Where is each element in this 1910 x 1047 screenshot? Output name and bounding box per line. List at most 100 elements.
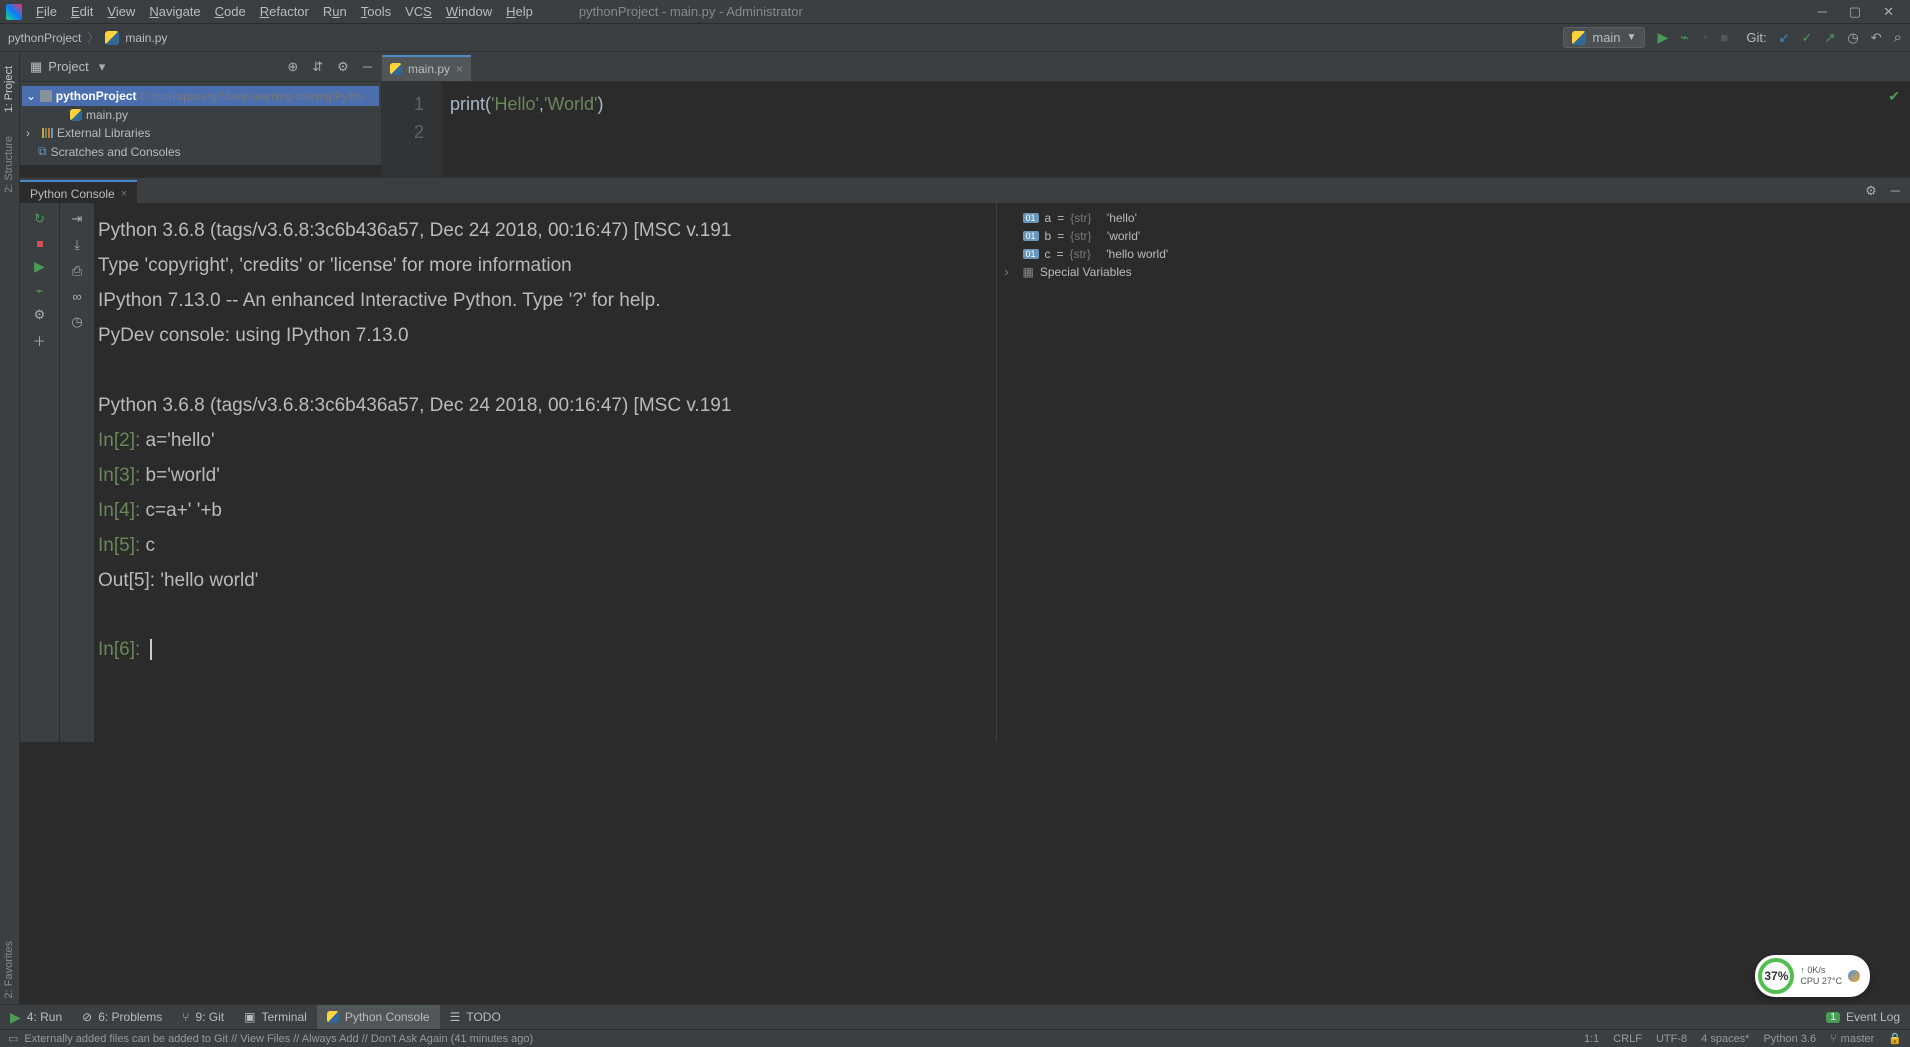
rollback-icon[interactable]: ↶ [1871, 30, 1882, 46]
menu-view[interactable]: View [101, 2, 141, 21]
menu-window[interactable]: Window [440, 2, 498, 21]
minimize-icon[interactable]: ─ [1818, 4, 1827, 20]
bottom-git[interactable]: ⑂9: Git [172, 1005, 234, 1029]
code-text[interactable]: print('Hello','World') [442, 82, 1910, 177]
settings-icon[interactable]: ⚙ [34, 307, 46, 323]
branch-icon: ⑂ [182, 1010, 189, 1024]
history-icon[interactable]: ◷ [1847, 30, 1858, 46]
search-icon[interactable]: ⌕ [1894, 29, 1902, 46]
status-message[interactable]: Externally added files can be added to G… [24, 1033, 533, 1045]
analysis-ok-icon[interactable]: ✔ [1888, 88, 1900, 105]
console-tab[interactable]: Python Console × [20, 180, 137, 203]
locate-icon[interactable]: ⊕ [287, 59, 298, 75]
window-title: pythonProject - main.py - Administrator [579, 4, 803, 19]
maximize-icon[interactable]: ▢ [1849, 4, 1861, 20]
bottom-console[interactable]: Python Console [317, 1005, 440, 1029]
gear-icon[interactable]: ⚙ [337, 59, 349, 75]
gutter: 1 2 [382, 82, 442, 177]
stop-button[interactable]: ■ [1721, 30, 1729, 45]
debug-button[interactable]: ⌁ [1680, 29, 1688, 46]
collapse-icon[interactable]: ⇵ [312, 59, 323, 75]
indent[interactable]: 4 spaces* [1701, 1033, 1749, 1045]
folder-icon [40, 90, 52, 102]
debug-icon[interactable]: ⌁ [36, 283, 44, 299]
status-icon[interactable]: ▭ [8, 1032, 18, 1045]
git-commit-icon[interactable]: ✓ [1802, 30, 1813, 46]
scratch-icon: ⧉ [38, 144, 47, 159]
chevron-down-icon[interactable]: ▾ [99, 59, 106, 75]
print-icon[interactable]: ⎙ [72, 263, 82, 279]
menu-run[interactable]: Run [317, 2, 353, 21]
event-log[interactable]: 1Event Log [1816, 1010, 1910, 1024]
hide-icon[interactable]: ─ [1891, 183, 1900, 199]
terminal-icon: ▣ [244, 1010, 255, 1024]
tree-external-libs[interactable]: › External Libraries [22, 124, 379, 142]
var-row[interactable]: 01a = {str} 'hello' [1005, 209, 1903, 227]
editor-tab-main[interactable]: main.py × [382, 55, 471, 81]
console-output[interactable]: Python 3.6.8 (tags/v3.6.8:3c6b436a57, De… [94, 203, 996, 742]
nav-toolbar: pythonProject 〉 main.py main ▼ ▶ ⌁ ◔ ■ G… [0, 24, 1910, 52]
close-icon[interactable]: × [121, 188, 127, 200]
project-pane-header: ▦ Project ▾ ⊕ ⇵ ⚙ ─ [20, 52, 382, 82]
git-branch[interactable]: ⑂master [1830, 1033, 1874, 1045]
bottom-todo[interactable]: ☰TODO [440, 1005, 511, 1029]
list-icon: ☰ [450, 1010, 461, 1024]
toolwindow-project[interactable]: 1: Project [3, 60, 17, 118]
softwrap-icon[interactable]: ⇥ [72, 211, 83, 227]
menu-navigate[interactable]: Navigate [143, 2, 206, 21]
python-console-panel: Python Console × ⚙ ─ ↻ ▶ ⌁ ⚙ ＋ [20, 177, 1910, 742]
run-button[interactable]: ▶ [1657, 29, 1668, 46]
hide-icon[interactable]: ─ [363, 59, 372, 75]
var-special[interactable]: ›▦Special Variables [1005, 263, 1903, 281]
scroll-icon[interactable]: ⤓ [74, 237, 80, 253]
menu-tools[interactable]: Tools [355, 2, 397, 21]
toolwindow-favorites[interactable]: 2: Favorites [3, 935, 17, 1004]
close-icon[interactable]: ✕ [1883, 4, 1894, 20]
project-pane-label[interactable]: Project [48, 59, 88, 74]
var-row[interactable]: 01b = {str} 'world' [1005, 227, 1903, 245]
chevron-right-icon: 〉 [87, 29, 99, 46]
line-sep[interactable]: CRLF [1613, 1033, 1642, 1045]
menu-help[interactable]: Help [500, 2, 539, 21]
menu-refactor[interactable]: Refactor [254, 2, 315, 21]
encoding[interactable]: UTF-8 [1656, 1033, 1687, 1045]
tree-scratches[interactable]: ⧉ Scratches and Consoles [22, 142, 379, 161]
menu-vcs[interactable]: VCS [399, 2, 438, 21]
lock-icon[interactable]: 🔒 [1888, 1032, 1902, 1045]
var-row[interactable]: 01c = {str} 'hello world' [1005, 245, 1903, 263]
project-tree: ⌄ pythonProject D:\workspace\git\deep-le… [20, 82, 382, 165]
stop-icon[interactable] [37, 235, 43, 250]
bottom-terminal[interactable]: ▣Terminal [234, 1005, 317, 1029]
menu-edit[interactable]: Edit [65, 2, 99, 21]
bottom-run[interactable]: ▶4: Run [0, 1005, 72, 1029]
git-update-icon[interactable]: ↙ [1779, 30, 1790, 46]
app-icon [6, 4, 22, 20]
tree-file-main[interactable]: main.py [22, 106, 379, 124]
gear-icon[interactable]: ⚙ [1865, 183, 1877, 199]
chevron-right-icon: › [26, 126, 38, 140]
tree-project-root[interactable]: ⌄ pythonProject D:\workspace\git\deep-le… [22, 86, 379, 106]
bc-project[interactable]: pythonProject [8, 31, 81, 45]
git-push-icon[interactable]: ↗ [1824, 30, 1835, 46]
line-number: 2 [382, 118, 424, 146]
toolwindow-structure[interactable]: 2: Structure [3, 130, 17, 199]
coverage-button[interactable]: ◔ [1701, 30, 1709, 45]
inf-icon[interactable]: ∞ [72, 289, 81, 304]
python-icon [327, 1011, 339, 1023]
code-area[interactable]: 1 2 print('Hello','World') ✔ [382, 82, 1910, 177]
perf-widget[interactable]: 37% ↑ 0K/s CPU 27°C [1755, 955, 1870, 997]
tab-label: main.py [408, 62, 450, 76]
menu-file[interactable]: FFileile [30, 2, 63, 21]
history-icon[interactable]: ◷ [71, 314, 82, 330]
bc-file[interactable]: main.py [125, 31, 167, 45]
close-tab-icon[interactable]: × [456, 62, 463, 76]
add-icon[interactable]: ＋ [33, 331, 46, 350]
bottom-problems[interactable]: ⊘6: Problems [72, 1005, 172, 1029]
interpreter[interactable]: Python 3.6 [1763, 1033, 1816, 1045]
caret-pos[interactable]: 1:1 [1584, 1033, 1599, 1045]
menu-code[interactable]: Code [209, 2, 252, 21]
run-config-dropdown[interactable]: main ▼ [1563, 27, 1645, 48]
rerun-icon[interactable]: ↻ [34, 211, 45, 227]
python-icon [1572, 31, 1586, 45]
run-icon[interactable]: ▶ [34, 258, 45, 275]
